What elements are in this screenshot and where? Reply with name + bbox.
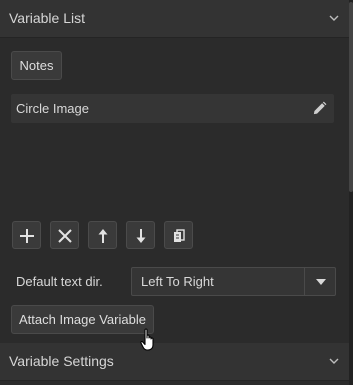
duplicate-icon xyxy=(174,229,185,242)
add-icon xyxy=(20,229,34,243)
text-direction-value: Left To Right xyxy=(141,274,214,289)
chevron-down-icon xyxy=(329,15,339,21)
move-up-button[interactable] xyxy=(88,221,117,249)
move-down-icon xyxy=(136,229,146,243)
hand-cursor-icon xyxy=(140,328,154,351)
delete-icon xyxy=(58,229,72,243)
duplicate-variable-button[interactable] xyxy=(164,221,193,249)
default-text-dir-label: Default text dir. xyxy=(16,274,103,289)
delete-variable-button[interactable] xyxy=(50,221,79,249)
variable-list: Circle Image xyxy=(11,94,334,212)
scrollbar-thumb[interactable] xyxy=(349,2,353,192)
variable-list-header[interactable]: Variable List xyxy=(0,0,349,38)
notes-button[interactable]: Notes xyxy=(11,51,62,80)
text-direction-select[interactable]: Left To Right xyxy=(131,267,336,296)
list-item[interactable]: Circle Image xyxy=(11,94,334,123)
variable-settings-title: Variable Settings xyxy=(9,353,114,369)
scrollbar[interactable] xyxy=(349,0,353,385)
variable-list-title: Variable List xyxy=(9,10,86,26)
select-divider xyxy=(304,268,305,295)
variable-name: Circle Image xyxy=(16,101,89,116)
attach-image-variable-button[interactable]: Attach Image Variable xyxy=(11,305,154,334)
variable-settings-header[interactable]: Variable Settings xyxy=(0,343,349,381)
chevron-down-icon xyxy=(329,358,339,364)
pencil-icon[interactable] xyxy=(312,101,327,116)
dropdown-arrow-icon[interactable] xyxy=(316,279,326,285)
move-down-button[interactable] xyxy=(126,221,155,249)
move-up-icon xyxy=(98,229,108,243)
add-variable-button[interactable] xyxy=(12,221,41,249)
